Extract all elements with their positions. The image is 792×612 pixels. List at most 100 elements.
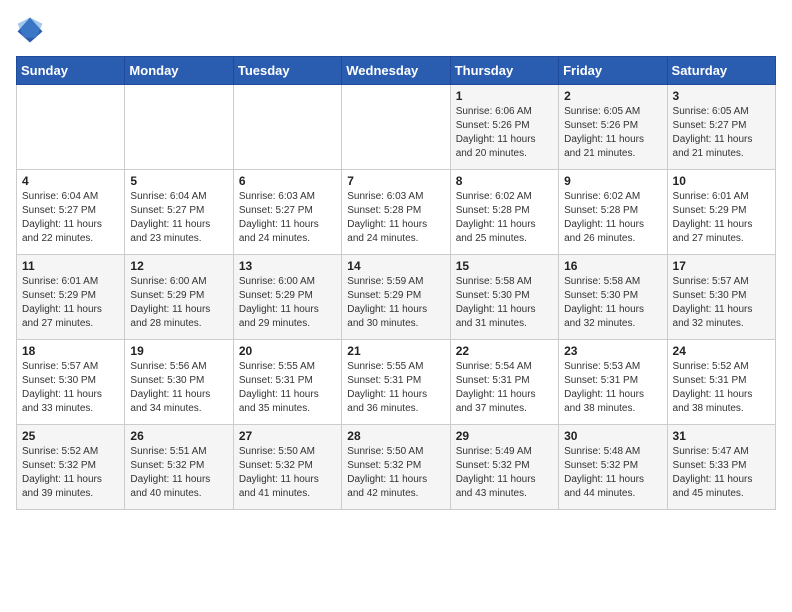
weekday-header-thursday: Thursday [450, 57, 558, 85]
day-number: 7 [347, 174, 444, 188]
day-info: Sunrise: 5:54 AM Sunset: 5:31 PM Dayligh… [456, 360, 553, 416]
calendar-cell: 26 Sunrise: 5:51 AM Sunset: 5:32 PM Dayli… [125, 425, 233, 510]
day-number: 13 [239, 259, 336, 273]
day-info: Sunrise: 5:52 AM Sunset: 5:31 PM Dayligh… [673, 360, 770, 416]
weekday-header-friday: Friday [559, 57, 667, 85]
day-number: 16 [564, 259, 661, 273]
day-info: Sunrise: 5:49 AM Sunset: 5:32 PM Dayligh… [456, 445, 553, 501]
weekday-header-sunday: Sunday [17, 57, 125, 85]
day-info: Sunrise: 5:50 AM Sunset: 5:32 PM Dayligh… [347, 445, 444, 501]
day-number: 2 [564, 89, 661, 103]
day-info: Sunrise: 5:56 AM Sunset: 5:30 PM Dayligh… [130, 360, 227, 416]
calendar-cell: 23 Sunrise: 5:53 AM Sunset: 5:31 PM Dayli… [559, 340, 667, 425]
day-number: 26 [130, 429, 227, 443]
calendar-cell: 1 Sunrise: 6:06 AM Sunset: 5:26 PM Daylig… [450, 85, 558, 170]
calendar-cell: 19 Sunrise: 5:56 AM Sunset: 5:30 PM Dayli… [125, 340, 233, 425]
calendar-table: SundayMondayTuesdayWednesdayThursdayFrid… [16, 56, 776, 510]
calendar-cell: 10 Sunrise: 6:01 AM Sunset: 5:29 PM Dayli… [667, 170, 775, 255]
day-info: Sunrise: 6:05 AM Sunset: 5:26 PM Dayligh… [564, 105, 661, 161]
day-info: Sunrise: 6:04 AM Sunset: 5:27 PM Dayligh… [130, 190, 227, 246]
day-info: Sunrise: 6:04 AM Sunset: 5:27 PM Dayligh… [22, 190, 119, 246]
weekday-header-monday: Monday [125, 57, 233, 85]
calendar-cell: 21 Sunrise: 5:55 AM Sunset: 5:31 PM Dayli… [342, 340, 450, 425]
calendar-cell: 11Sunrise: 6:01 AM Sunset: 5:29 PM Dayli… [17, 255, 125, 340]
calendar-cell: 14 Sunrise: 5:59 AM Sunset: 5:29 PM Dayli… [342, 255, 450, 340]
day-info: Sunrise: 6:00 AM Sunset: 5:29 PM Dayligh… [130, 275, 227, 331]
calendar-cell [342, 85, 450, 170]
day-number: 21 [347, 344, 444, 358]
calendar-week-1: 1 Sunrise: 6:06 AM Sunset: 5:26 PM Daylig… [17, 85, 776, 170]
day-info: Sunrise: 6:05 AM Sunset: 5:27 PM Dayligh… [673, 105, 770, 161]
calendar-cell: 5 Sunrise: 6:04 AM Sunset: 5:27 PM Daylig… [125, 170, 233, 255]
day-number: 1 [456, 89, 553, 103]
day-info: Sunrise: 5:48 AM Sunset: 5:32 PM Dayligh… [564, 445, 661, 501]
day-number: 17 [673, 259, 770, 273]
day-info: Sunrise: 5:58 AM Sunset: 5:30 PM Dayligh… [564, 275, 661, 331]
weekday-header-saturday: Saturday [667, 57, 775, 85]
weekday-header-wednesday: Wednesday [342, 57, 450, 85]
calendar-cell: 24 Sunrise: 5:52 AM Sunset: 5:31 PM Dayli… [667, 340, 775, 425]
day-info: Sunrise: 6:02 AM Sunset: 5:28 PM Dayligh… [456, 190, 553, 246]
day-number: 19 [130, 344, 227, 358]
calendar-cell: 15 Sunrise: 5:58 AM Sunset: 5:30 PM Dayli… [450, 255, 558, 340]
day-number: 11 [22, 259, 119, 273]
day-info: Sunrise: 5:59 AM Sunset: 5:29 PM Dayligh… [347, 275, 444, 331]
day-number: 25 [22, 429, 119, 443]
day-info: Sunrise: 6:02 AM Sunset: 5:28 PM Dayligh… [564, 190, 661, 246]
calendar-cell: 29 Sunrise: 5:49 AM Sunset: 5:32 PM Dayli… [450, 425, 558, 510]
day-number: 20 [239, 344, 336, 358]
day-number: 10 [673, 174, 770, 188]
day-info: Sunrise: 5:47 AM Sunset: 5:33 PM Dayligh… [673, 445, 770, 501]
day-info: Sunrise: 5:53 AM Sunset: 5:31 PM Dayligh… [564, 360, 661, 416]
day-info: Sunrise: 5:57 AM Sunset: 5:30 PM Dayligh… [22, 360, 119, 416]
calendar-cell [233, 85, 341, 170]
day-info: Sunrise: 5:55 AM Sunset: 5:31 PM Dayligh… [347, 360, 444, 416]
day-info: Sunrise: 6:00 AM Sunset: 5:29 PM Dayligh… [239, 275, 336, 331]
calendar-cell: 13 Sunrise: 6:00 AM Sunset: 5:29 PM Dayli… [233, 255, 341, 340]
calendar-cell: 3Sunrise: 6:05 AM Sunset: 5:27 PM Daylig… [667, 85, 775, 170]
calendar-cell: 17 Sunrise: 5:57 AM Sunset: 5:30 PM Dayli… [667, 255, 775, 340]
day-info: Sunrise: 5:58 AM Sunset: 5:30 PM Dayligh… [456, 275, 553, 331]
day-number: 15 [456, 259, 553, 273]
calendar-week-2: 4 Sunrise: 6:04 AM Sunset: 5:27 PM Daylig… [17, 170, 776, 255]
calendar-cell: 25 Sunrise: 5:52 AM Sunset: 5:32 PM Dayli… [17, 425, 125, 510]
calendar-cell: 9 Sunrise: 6:02 AM Sunset: 5:28 PM Daylig… [559, 170, 667, 255]
day-number: 24 [673, 344, 770, 358]
day-info: Sunrise: 5:55 AM Sunset: 5:31 PM Dayligh… [239, 360, 336, 416]
day-info: Sunrise: 6:03 AM Sunset: 5:27 PM Dayligh… [239, 190, 336, 246]
day-number: 4 [22, 174, 119, 188]
calendar-cell: 18 Sunrise: 5:57 AM Sunset: 5:30 PM Dayli… [17, 340, 125, 425]
day-info: Sunrise: 5:51 AM Sunset: 5:32 PM Dayligh… [130, 445, 227, 501]
day-number: 30 [564, 429, 661, 443]
day-info: Sunrise: 5:57 AM Sunset: 5:30 PM Dayligh… [673, 275, 770, 331]
calendar-cell: 7 Sunrise: 6:03 AM Sunset: 5:28 PM Daylig… [342, 170, 450, 255]
day-info: Sunrise: 6:03 AM Sunset: 5:28 PM Dayligh… [347, 190, 444, 246]
day-info: Sunrise: 6:01 AM Sunset: 5:29 PM Dayligh… [673, 190, 770, 246]
calendar-cell: 27 Sunrise: 5:50 AM Sunset: 5:32 PM Dayli… [233, 425, 341, 510]
day-number: 14 [347, 259, 444, 273]
day-number: 31 [673, 429, 770, 443]
day-info: Sunrise: 5:50 AM Sunset: 5:32 PM Dayligh… [239, 445, 336, 501]
day-number: 18 [22, 344, 119, 358]
calendar-cell: 30 Sunrise: 5:48 AM Sunset: 5:32 PM Dayli… [559, 425, 667, 510]
calendar-cell: 31 Sunrise: 5:47 AM Sunset: 5:33 PM Dayli… [667, 425, 775, 510]
calendar-cell: 12 Sunrise: 6:00 AM Sunset: 5:29 PM Dayli… [125, 255, 233, 340]
calendar-week-5: 25 Sunrise: 5:52 AM Sunset: 5:32 PM Dayli… [17, 425, 776, 510]
calendar-cell: 8 Sunrise: 6:02 AM Sunset: 5:28 PM Daylig… [450, 170, 558, 255]
day-info: Sunrise: 5:52 AM Sunset: 5:32 PM Dayligh… [22, 445, 119, 501]
day-number: 29 [456, 429, 553, 443]
day-number: 27 [239, 429, 336, 443]
day-info: Sunrise: 6:06 AM Sunset: 5:26 PM Dayligh… [456, 105, 553, 161]
day-number: 5 [130, 174, 227, 188]
calendar-cell: 16 Sunrise: 5:58 AM Sunset: 5:30 PM Dayli… [559, 255, 667, 340]
day-number: 6 [239, 174, 336, 188]
day-number: 8 [456, 174, 553, 188]
calendar-cell [125, 85, 233, 170]
calendar-cell: 2 Sunrise: 6:05 AM Sunset: 5:26 PM Daylig… [559, 85, 667, 170]
day-number: 23 [564, 344, 661, 358]
calendar-cell: 6 Sunrise: 6:03 AM Sunset: 5:27 PM Daylig… [233, 170, 341, 255]
day-number: 12 [130, 259, 227, 273]
calendar-cell: 28Sunrise: 5:50 AM Sunset: 5:32 PM Dayli… [342, 425, 450, 510]
day-number: 9 [564, 174, 661, 188]
calendar-week-3: 11Sunrise: 6:01 AM Sunset: 5:29 PM Dayli… [17, 255, 776, 340]
